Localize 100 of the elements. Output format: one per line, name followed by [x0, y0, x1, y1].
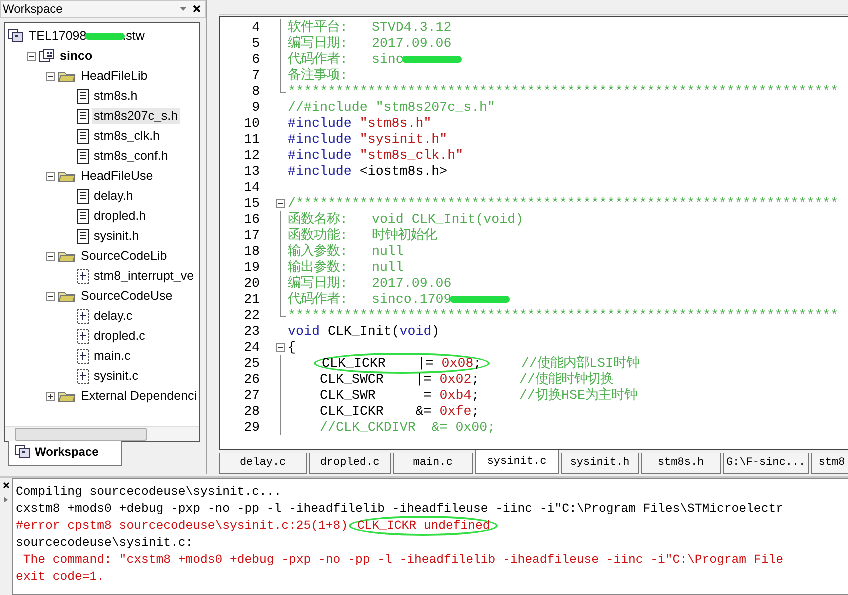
- collapse-icon[interactable]: [46, 292, 55, 300]
- line-number: 5: [251, 36, 262, 50]
- tree-item[interactable]: sysinit.h: [92, 228, 142, 244]
- line-number: 4: [251, 20, 262, 34]
- tree-item[interactable]: stm8_interrupt_ve: [92, 268, 196, 284]
- highlight-ellipse: CLK_ICKR |= 0x08;: [314, 352, 490, 374]
- tree-item[interactable]: main.c: [92, 348, 133, 364]
- line-number: 19: [243, 260, 262, 274]
- collapse-icon[interactable]: [46, 252, 55, 260]
- file-tab[interactable]: sysinit.c: [475, 450, 560, 474]
- tree-item[interactable]: sysinit.c: [92, 368, 140, 384]
- code-line: CLK_ICKR &= 0xfe;: [319, 404, 480, 418]
- code-line: #include "stm8s.h": [288, 116, 432, 130]
- tree-item[interactable]: External Dependenci: [79, 388, 200, 404]
- tree-item[interactable]: stm8s_clk.h: [92, 128, 162, 144]
- code-line: 输入参数: null: [288, 242, 404, 260]
- expand-icon[interactable]: [46, 392, 55, 400]
- source-file-icon: [77, 368, 89, 384]
- file-tab[interactable]: stm8: [811, 453, 848, 474]
- tree-item[interactable]: dropled.h: [92, 208, 148, 224]
- file-tab[interactable]: sysinit.h: [561, 453, 640, 474]
- code-line: 函数名称: void CLK_Init(void): [288, 211, 524, 228]
- highlight-ellipse: CLK_ICKR undefined: [349, 516, 498, 536]
- tree-item[interactable]: SourceCodeUse: [79, 288, 175, 304]
- line-number: 13: [243, 164, 262, 178]
- code-line: 软件平台: STVD4.3.12: [288, 19, 452, 36]
- source-file-icon: [77, 308, 89, 324]
- line-number: 17: [243, 228, 262, 242]
- collapse-icon[interactable]: [46, 172, 55, 180]
- folder-icon: [58, 390, 76, 402]
- code-line: *********************************************************************: [288, 308, 839, 322]
- document-icon: [77, 128, 89, 144]
- code-line: #include "sysinit.h": [288, 132, 448, 146]
- tree-item[interactable]: stm8s.h: [92, 88, 140, 104]
- folder-icon: [58, 250, 76, 262]
- code-line: #include <iostm8s.h>: [288, 164, 448, 178]
- document-icon: [77, 108, 89, 124]
- code-line: 备注事项:: [288, 66, 348, 84]
- file-tab[interactable]: G:\F-sinc...: [723, 453, 810, 474]
- project-icon: [39, 49, 55, 63]
- code-line: 编写日期: 2017.09.06: [288, 34, 452, 52]
- code-line: /********************************************************************: [288, 196, 839, 210]
- tree-item[interactable]: delay.h: [92, 188, 136, 204]
- code-line: 代码作者: sinco.1709: [288, 290, 508, 308]
- collapse-icon[interactable]: [46, 72, 55, 80]
- tree-item[interactable]: HeadFileUse: [79, 168, 156, 184]
- code-line: void CLK_Init(void): [288, 324, 440, 338]
- file-tab[interactable]: stm8s.h: [641, 453, 722, 474]
- line-number: 27: [243, 388, 262, 402]
- line-number: 11: [243, 132, 262, 146]
- code-line: #include "stm8s_clk.h": [288, 148, 464, 162]
- code-line: CLK_ICKR |= 0x08; //使能内部LSI时钟: [288, 354, 640, 372]
- tree-item[interactable]: sinco: [58, 48, 95, 64]
- line-number: 25: [243, 356, 262, 370]
- workspace-icon: [8, 29, 24, 43]
- tree-item[interactable]: stm8s207c_s.h: [92, 108, 180, 124]
- scrollbar[interactable]: [5, 426, 200, 441]
- code-line: //#include "stm8s207c_s.h": [288, 100, 496, 114]
- output-line: Compiling sourcecodeuse\sysinit.c...: [16, 484, 282, 498]
- tree-item[interactable]: TEL17098 .stw: [27, 28, 147, 44]
- line-number: 16: [243, 212, 262, 226]
- line-number: 23: [243, 324, 262, 338]
- workspace-tab[interactable]: Workspace: [8, 441, 122, 466]
- folder-icon: [58, 290, 76, 302]
- close-icon[interactable]: [193, 5, 202, 13]
- tree-item[interactable]: SourceCodeLib: [79, 248, 170, 264]
- line-number: 15: [243, 196, 262, 210]
- file-tab[interactable]: dropled.c: [309, 453, 392, 474]
- tree-item[interactable]: dropled.c: [92, 328, 148, 344]
- workspace-icon: [15, 445, 31, 459]
- fold-icon[interactable]: [276, 199, 286, 208]
- tree-item[interactable]: delay.c: [92, 308, 135, 324]
- source-file-icon: [77, 268, 89, 284]
- arrow-icon[interactable]: [4, 497, 8, 503]
- code-line: 编写日期: 2017.09.06: [288, 274, 452, 292]
- line-number: 10: [243, 116, 262, 130]
- tree-item[interactable]: HeadFileLib: [79, 68, 150, 84]
- line-number: 24: [243, 340, 262, 354]
- code-line: {: [288, 340, 296, 354]
- line-number: 28: [243, 404, 262, 418]
- line-number: 8: [251, 84, 262, 98]
- output-line: cxstm8 +mods0 +debug -pxp -no -pp -l -iheadfilelib -iheadfileuse -iinc -i"C:\Program Files\STMicroelectr: [16, 502, 784, 516]
- fold-icon[interactable]: [276, 343, 286, 352]
- file-tab[interactable]: delay.c: [219, 453, 308, 474]
- close-icon[interactable]: [2, 482, 10, 489]
- line-number: 6: [251, 52, 262, 66]
- output-line: sourcecodeuse\sysinit.c:: [16, 536, 194, 550]
- source-file-icon: [77, 348, 89, 364]
- line-number: 22: [243, 308, 262, 322]
- dropdown-icon[interactable]: [180, 7, 188, 11]
- file-tab[interactable]: main.c: [393, 453, 474, 474]
- panel-title: Workspace: [3, 2, 63, 16]
- error-message: The command: "cxstm8 +mods0 +debug -pxp -no -pp -l -iheadfilelib -iheadfileuse -iinc -i"C:\Program File: [22, 552, 784, 566]
- code-line: CLK_SWR = 0xb4; //切换HSE为主时钟: [319, 386, 638, 404]
- document-icon: [77, 188, 89, 204]
- document-icon: [77, 208, 89, 224]
- collapse-icon[interactable]: [27, 52, 36, 60]
- tree-item[interactable]: stm8s_conf.h: [92, 148, 170, 164]
- code-line: 代码作者: sinc: [288, 50, 460, 68]
- line-number: 7: [251, 68, 262, 82]
